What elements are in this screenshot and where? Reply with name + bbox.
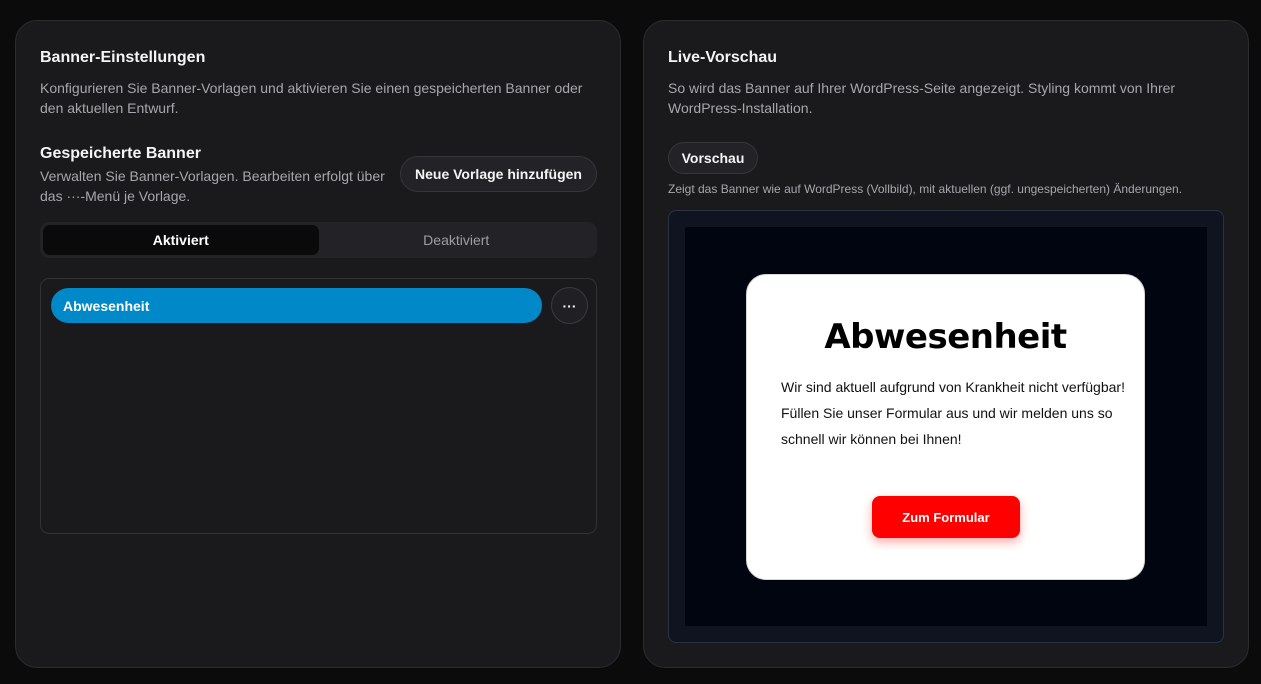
preview-note: Zeigt das Banner wie auf WordPress (Voll… — [668, 182, 1183, 196]
settings-title: Banner-Einstellungen — [40, 49, 206, 66]
template-list: Abwesenheit ··· — [40, 278, 597, 534]
preview-button[interactable]: Vorschau — [668, 142, 758, 174]
template-item-label: Abwesenheit — [63, 297, 150, 314]
more-icon: ··· — [562, 297, 577, 314]
preview-description: So wird das Banner auf Ihrer WordPress-S… — [668, 80, 1176, 116]
banner-text-line: Wir sind aktuell aufgrund von Krankheit … — [781, 379, 1125, 395]
settings-description: Konfigurieren Sie Banner-Vorlagen und ak… — [40, 80, 583, 116]
preview-frame: Abwesenheit Wir sind aktuell aufgrund vo… — [668, 210, 1224, 643]
banner-text: Wir sind aktuell aufgrund von Krankheit … — [781, 374, 1126, 452]
tab-deactivated[interactable]: Deaktiviert — [319, 225, 595, 255]
saved-banners-description: Verwalten Sie Banner-Vorlagen. Bearbeite… — [40, 168, 385, 204]
template-item-abwesenheit[interactable]: Abwesenheit — [51, 288, 542, 323]
banner-title: Abwesenheit — [824, 317, 1067, 357]
banner-text-line: Füllen Sie unser Formular aus und wir me… — [781, 405, 1113, 447]
add-template-button[interactable]: Neue Vorlage hinzufügen — [400, 156, 597, 192]
saved-banners-title: Gespeicherte Banner — [40, 145, 201, 162]
banner-card: Abwesenheit Wir sind aktuell aufgrund vo… — [746, 274, 1145, 580]
status-tabs: Aktiviert Deaktiviert — [40, 222, 597, 258]
template-menu-button[interactable]: ··· — [551, 287, 588, 324]
tab-activated[interactable]: Aktiviert — [43, 225, 319, 255]
preview-screen: Abwesenheit Wir sind aktuell aufgrund vo… — [685, 227, 1207, 626]
preview-title: Live-Vorschau — [668, 49, 778, 66]
live-preview-panel: Live-Vorschau So wird das Banner auf Ihr… — [643, 20, 1249, 668]
banner-settings-panel: Banner-Einstellungen Konfigurieren Sie B… — [15, 20, 621, 668]
banner-cta-button[interactable]: Zum Formular — [872, 496, 1020, 538]
